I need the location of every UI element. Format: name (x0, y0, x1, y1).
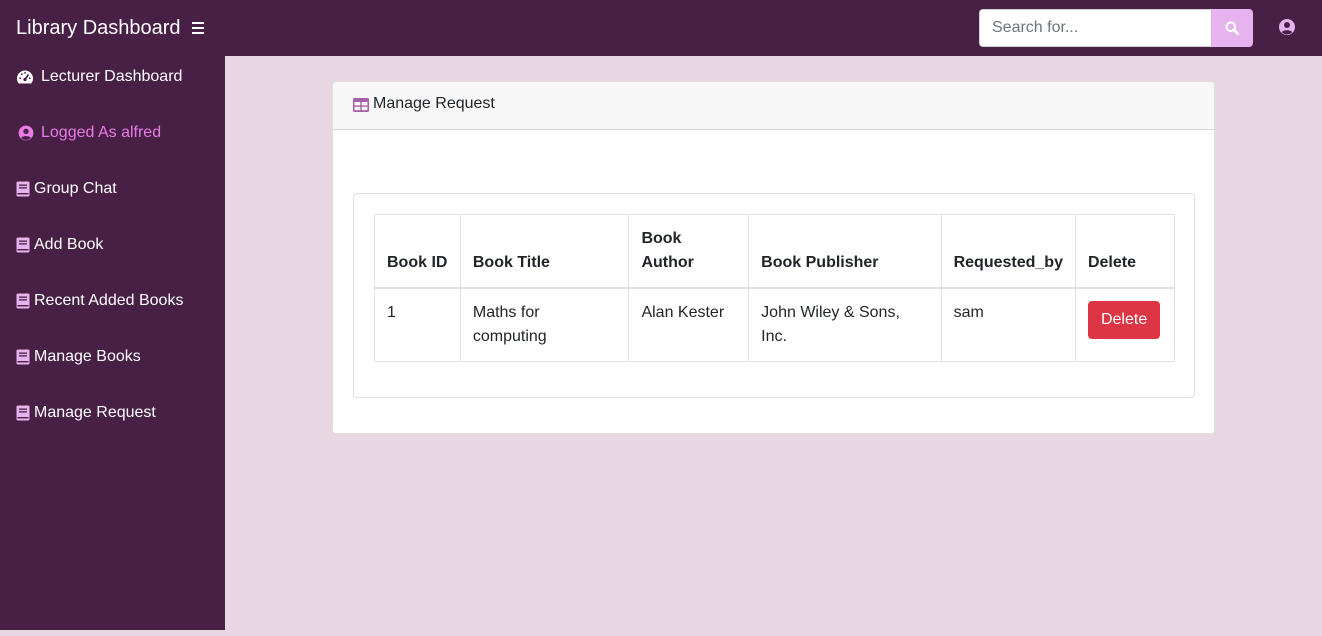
sidebar-item-label: Lecturer Dashboard (41, 68, 183, 85)
book-icon (16, 349, 30, 365)
top-navbar: Library Dashboard (0, 0, 1322, 56)
search-icon (1225, 21, 1239, 35)
sidebar-item-label: Manage Books (34, 348, 141, 365)
cell-requested-by: sam (940, 287, 1076, 362)
app-title[interactable]: Library Dashboard (16, 16, 181, 40)
requests-table: Book ID Book Title Book Author Book Publ… (374, 214, 1176, 362)
table-icon (353, 98, 369, 117)
sidebar-item-label: Group Chat (34, 180, 117, 197)
card-title: Manage Request (373, 95, 495, 112)
sidebar-item-manage-request[interactable]: Manage Request (16, 401, 156, 425)
column-header: Book Title (459, 214, 630, 289)
user-menu-button[interactable] (1278, 18, 1298, 38)
sidebar-item-label: Recent Added Books (34, 292, 184, 309)
card-header: Manage Request (333, 82, 1214, 130)
user-circle-icon (16, 125, 34, 141)
search-input[interactable] (979, 9, 1212, 47)
column-header: Book Publisher (748, 214, 942, 289)
sidebar-item-logged-as[interactable]: Logged As alfred (16, 121, 161, 145)
column-header: Requested_by (940, 214, 1076, 289)
sidebar: Lecturer Dashboard Logged As alfred Grou… (0, 56, 225, 630)
delete-button[interactable]: Delete (1087, 301, 1161, 339)
sidebar-item-add-book[interactable]: Add Book (16, 233, 103, 257)
user-circle-icon (1279, 19, 1295, 35)
tachometer-icon (16, 69, 34, 85)
sidebar-item-group-chat[interactable]: Group Chat (16, 177, 117, 201)
book-icon (16, 405, 30, 421)
book-icon (16, 293, 30, 309)
sidebar-item-lecturer-dashboard[interactable]: Lecturer Dashboard (16, 65, 182, 89)
book-icon (16, 237, 30, 253)
sidebar-item-manage-books[interactable]: Manage Books (16, 345, 141, 369)
cell-book-author: Alan Kester (628, 287, 750, 362)
table-container: Book ID Book Title Book Author Book Publ… (353, 193, 1195, 398)
cell-book-title: Maths for computing (459, 287, 630, 362)
table-row: 1 Maths for computing Alan Kester John W… (374, 287, 1176, 362)
search-button[interactable] (1211, 9, 1253, 47)
manage-request-card: Manage Request Book ID Book Title Book A… (332, 81, 1215, 434)
table-header-row: Book ID Book Title Book Author Book Publ… (374, 214, 1176, 289)
menu-toggle-icon[interactable] (191, 19, 205, 37)
sidebar-item-label: Add Book (34, 236, 104, 253)
column-header: Book ID (374, 214, 461, 289)
column-header: Book Author (628, 214, 750, 289)
sidebar-item-label: Logged As alfred (41, 124, 162, 141)
cell-delete: Delete (1074, 287, 1176, 362)
sidebar-item-label: Manage Request (34, 404, 156, 421)
book-icon (16, 181, 30, 197)
column-header: Delete (1074, 214, 1176, 289)
sidebar-item-recent-added-books[interactable]: Recent Added Books (16, 289, 183, 313)
cell-book-publisher: John Wiley & Sons, Inc. (748, 287, 942, 362)
cell-book-id: 1 (374, 287, 461, 362)
